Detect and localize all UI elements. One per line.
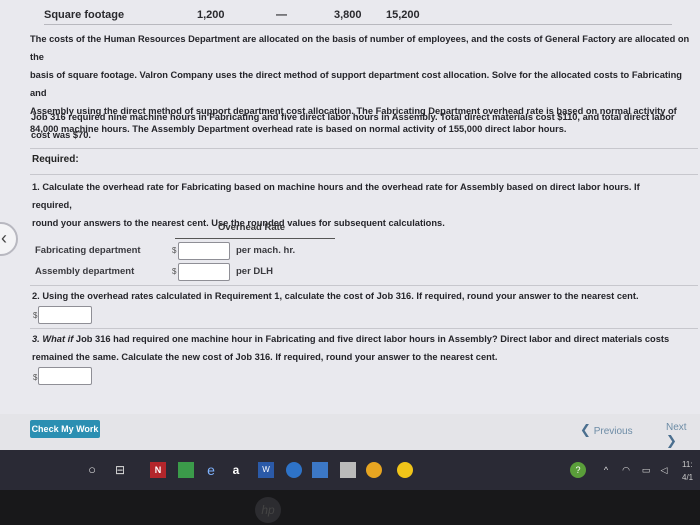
new-job-cost-input[interactable] — [38, 367, 92, 385]
chrome-icon[interactable] — [366, 462, 382, 478]
dollar-sign: $ — [172, 267, 177, 276]
chevron-right-icon: ❯ — [666, 433, 677, 448]
wifi-icon[interactable]: ◠ — [618, 462, 634, 478]
store-icon[interactable] — [178, 462, 194, 478]
chevron-left-icon: ‹ — [1, 228, 7, 248]
next-button[interactable]: Next ❯ — [666, 422, 700, 449]
assembly-unit: per DLH — [236, 266, 273, 277]
dollar-sign: $ — [33, 373, 38, 382]
previous-label: Previous — [593, 426, 633, 437]
check-my-work-button[interactable]: Check My Work — [30, 420, 100, 438]
required-heading: Required: — [32, 154, 79, 165]
amazon-icon[interactable]: a — [228, 462, 244, 478]
question-3-line: remained the same. Calculate the new cos… — [32, 352, 498, 362]
dollar-sign: $ — [33, 311, 38, 320]
fabricating-label: Fabricating department — [35, 245, 141, 256]
screen: Square footage 1,200 — 3,800 15,200 The … — [0, 0, 700, 450]
clock-date: 4/1 — [682, 473, 694, 482]
cortana-icon[interactable]: ○ — [84, 462, 100, 478]
sqft-value-1: 1,200 — [197, 9, 225, 21]
volume-icon[interactable]: ◁ — [656, 462, 672, 478]
hp-logo: hp — [255, 497, 281, 523]
fabricating-rate-input[interactable] — [178, 242, 230, 260]
question-1-line: round your answers to the nearest cent. … — [32, 218, 445, 228]
question-1-text: 1. Calculate the overhead rate for Fabri… — [32, 178, 682, 232]
intro-line: The costs of the Human Resources Departm… — [30, 34, 690, 62]
job-cost-input[interactable] — [38, 306, 92, 324]
chevron-left-icon: ❮ — [580, 422, 591, 437]
job-line: Job 316 required nine machine hours in F… — [31, 112, 675, 122]
fabricating-unit: per mach. hr. — [236, 245, 296, 256]
previous-button[interactable]: ❮ Previous — [580, 422, 633, 438]
sqft-value-4: 15,200 — [386, 9, 420, 21]
job-paragraph: Job 316 required nine machine hours in F… — [31, 108, 691, 144]
divider — [30, 285, 698, 286]
calculator-icon[interactable] — [340, 462, 356, 478]
next-label: Next — [666, 422, 687, 433]
battery-icon[interactable]: ▭ — [638, 462, 654, 478]
sqft-value-3: 3,800 — [334, 9, 362, 21]
clock-time: 11: — [682, 460, 693, 469]
square-footage-row: Square footage 1,200 — 3,800 15,200 — [22, 0, 672, 26]
divider — [30, 328, 698, 329]
question-3-text: 3. What if Job 316 had required one mach… — [32, 330, 682, 366]
chevron-up-icon[interactable]: ^ — [598, 462, 614, 478]
footer-bar: Check My Work ❮ Previous Next ❯ — [0, 414, 700, 450]
question-2-text: 2. Using the overhead rates calculated i… — [32, 291, 639, 301]
divider — [30, 174, 698, 175]
question-3-prefix: 3. What if — [32, 334, 74, 344]
app-circle-icon[interactable] — [286, 462, 302, 478]
laptop-bezel — [0, 490, 700, 525]
app-icon[interactable] — [397, 462, 413, 478]
question-1-line: 1. Calculate the overhead rate for Fabri… — [32, 182, 640, 210]
back-arrow-button[interactable]: ‹ — [0, 222, 18, 256]
assembly-rate-input[interactable] — [178, 263, 230, 281]
header-underline — [175, 238, 335, 239]
word-icon[interactable]: W — [258, 462, 274, 478]
divider — [30, 148, 698, 149]
netflix-icon[interactable]: N — [150, 462, 166, 478]
edge-icon[interactable]: e — [203, 462, 219, 478]
task-view-icon[interactable]: ⊟ — [112, 462, 128, 478]
sqft-label: Square footage — [44, 9, 125, 21]
dollar-sign: $ — [172, 246, 177, 255]
question-3-line: Job 316 had required one machine hour in… — [73, 334, 670, 344]
table-divider — [44, 24, 672, 25]
assembly-label: Assembly department — [35, 266, 135, 277]
taskbar: ○ ⊟ N e a W ? ^ ◠ ▭ ◁ 11: 4/1 — [0, 450, 700, 490]
mail-icon[interactable] — [312, 462, 328, 478]
overhead-rate-header: Overhead Rate — [218, 222, 286, 233]
help-icon[interactable]: ? — [570, 462, 586, 478]
job-line: cost was $70. — [31, 130, 91, 140]
sqft-value-2: — — [276, 9, 287, 21]
intro-line: basis of square footage. Valron Company … — [30, 70, 682, 98]
